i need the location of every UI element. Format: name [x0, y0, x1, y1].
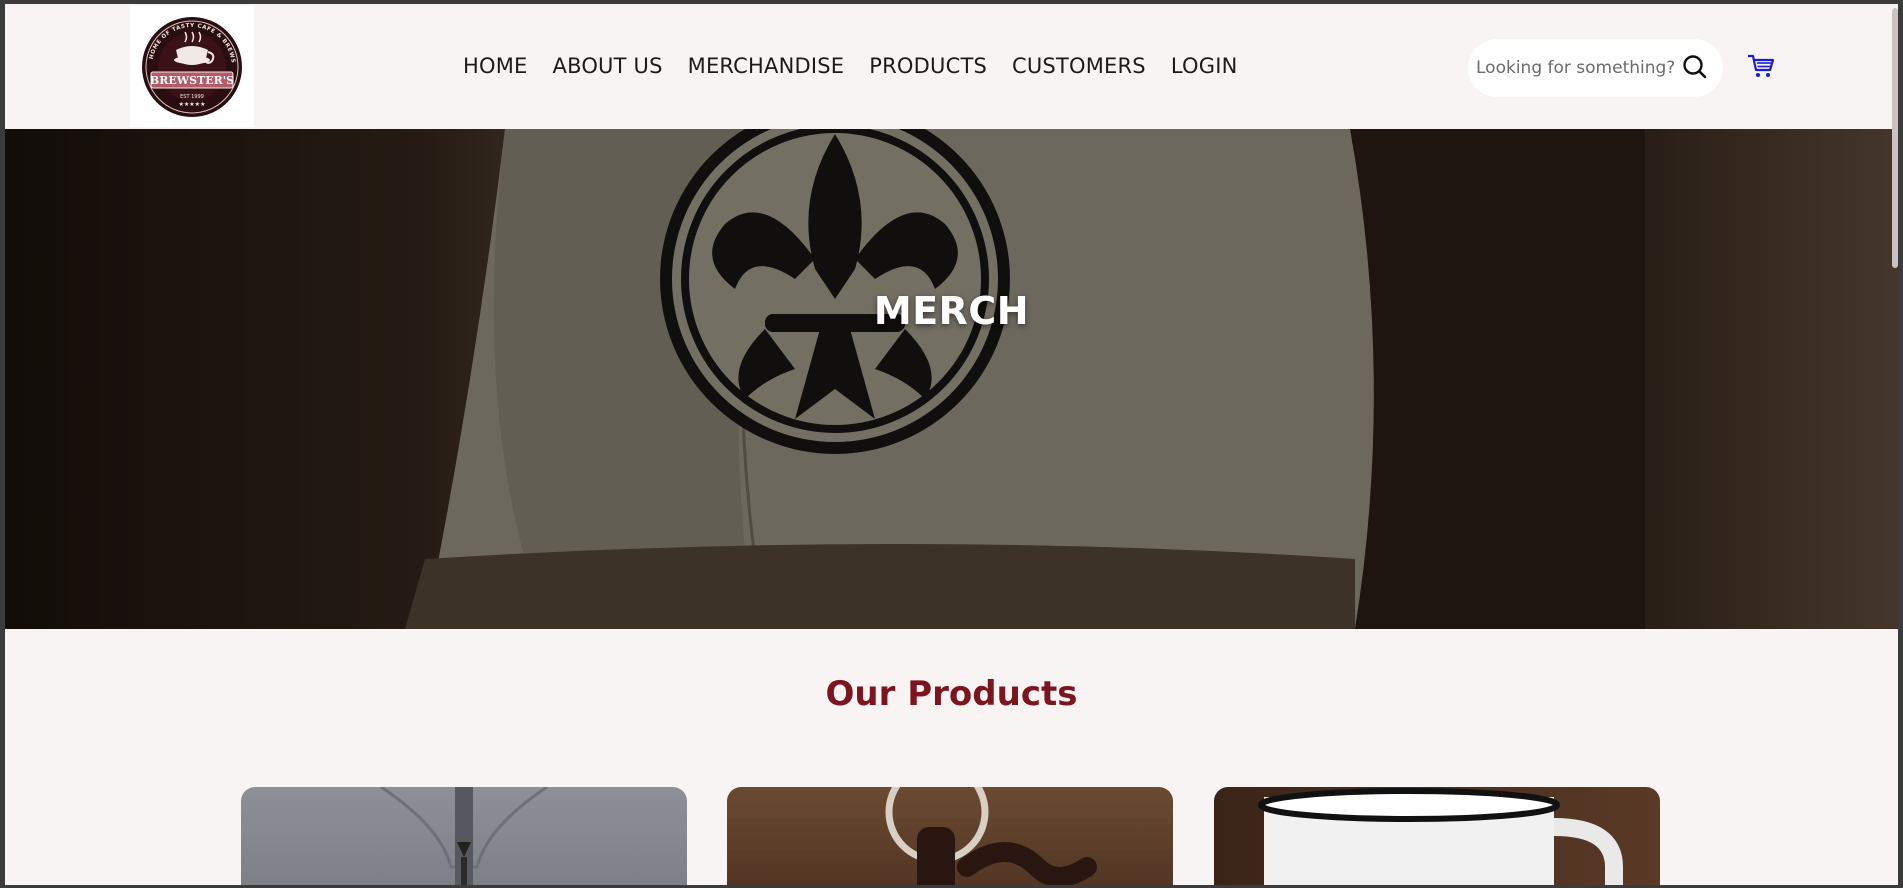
- brand-logo[interactable]: BREWSTER'S EST 1999 ★★★★★ HOME OF TASTY …: [130, 6, 254, 127]
- nav-home[interactable]: HOME: [463, 54, 528, 78]
- main-nav: HOME ABOUT US MERCHANDISE PRODUCTS CUSTO…: [463, 54, 1263, 78]
- products-section-title: Our Products: [825, 674, 1078, 714]
- nav-products[interactable]: PRODUCTS: [869, 54, 987, 78]
- browser-viewport: BREWSTER'S EST 1999 ★★★★★ HOME OF TASTY …: [5, 4, 1898, 885]
- logo-est-text: EST 1999: [180, 94, 204, 100]
- product-card-hoodie[interactable]: [241, 787, 687, 885]
- nav-customers[interactable]: CUSTOMERS: [1012, 54, 1146, 78]
- logo-stars: ★★★★★: [179, 101, 206, 108]
- hero-banner: MERCH: [5, 129, 1898, 629]
- cart-icon[interactable]: [1746, 52, 1776, 80]
- hero-cap-image: [5, 129, 1898, 629]
- nav-about-us[interactable]: ABOUT US: [553, 54, 663, 78]
- hoodie-image: [380, 787, 548, 885]
- product-card-mug[interactable]: [1214, 787, 1660, 885]
- nav-login[interactable]: LOGIN: [1171, 54, 1238, 78]
- logo-brand-text: BREWSTER'S: [150, 74, 234, 87]
- page-scrollbar[interactable]: [1892, 8, 1898, 268]
- search-icon[interactable]: [1681, 53, 1709, 81]
- product-card-keychain[interactable]: [727, 787, 1173, 885]
- search-box: [1468, 39, 1723, 97]
- mug-image: [1258, 788, 1623, 885]
- site-header: BREWSTER'S EST 1999 ★★★★★ HOME OF TASTY …: [5, 4, 1898, 129]
- brewsters-logo-icon: BREWSTER'S EST 1999 ★★★★★ HOME OF TASTY …: [142, 16, 242, 117]
- nav-merchandise[interactable]: MERCHANDISE: [688, 54, 845, 78]
- hero-title: MERCH: [873, 289, 1030, 333]
- keychain-image: [885, 787, 1097, 885]
- search-input[interactable]: [1476, 58, 1676, 78]
